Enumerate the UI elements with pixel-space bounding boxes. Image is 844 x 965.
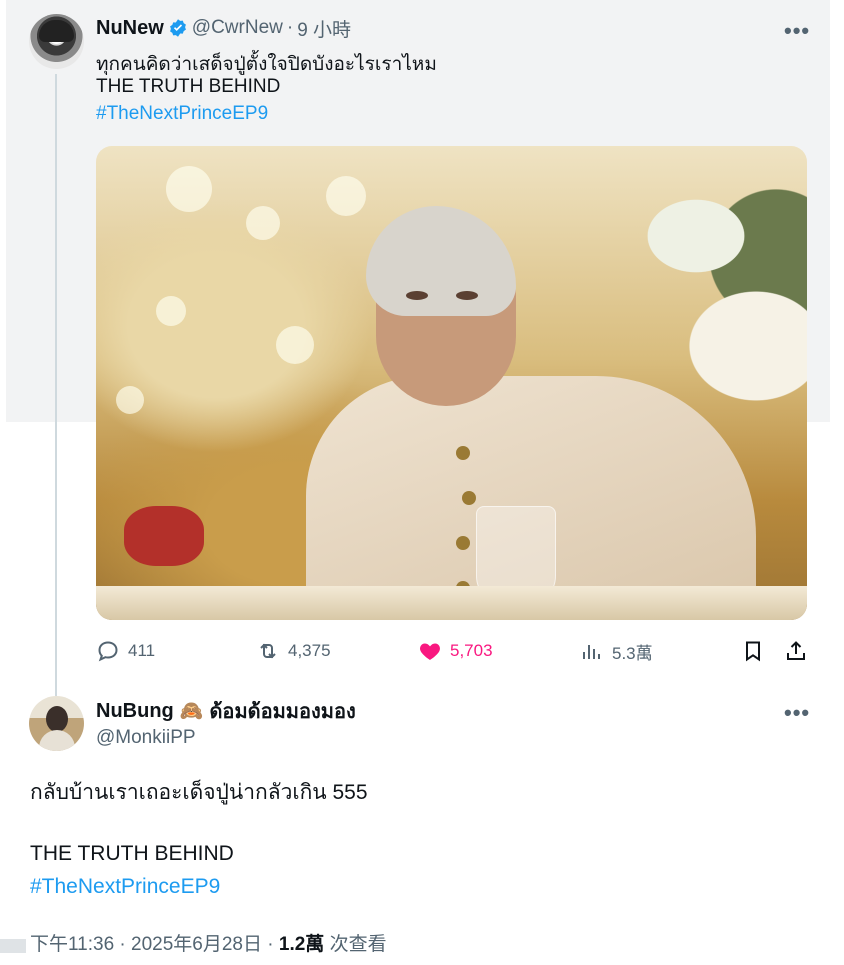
- hashtag-link[interactable]: #TheNextPrinceEP9: [30, 875, 220, 899]
- author-name[interactable]: NuNew: [96, 17, 164, 40]
- tweet-photo[interactable]: [96, 146, 807, 620]
- author-handle[interactable]: @MonkiiPP: [96, 727, 196, 749]
- author-name-suffix[interactable]: ด้อมด้อมมองมอง: [209, 695, 355, 727]
- views-button[interactable]: 5.3萬: [580, 636, 653, 666]
- timestamp[interactable]: 9 小時: [297, 15, 351, 42]
- hair: [366, 206, 516, 316]
- bookmark-icon: [746, 641, 760, 662]
- like-button[interactable]: 5,703: [418, 636, 493, 666]
- views-label: 次查看: [324, 934, 387, 955]
- bokeh-light: [166, 166, 212, 212]
- eye: [406, 291, 428, 300]
- more-icon[interactable]: •••: [784, 18, 810, 44]
- tweet-text-line: THE TRUTH BEHIND: [96, 76, 281, 97]
- coat-button: [456, 536, 470, 550]
- more-icon[interactable]: •••: [784, 700, 810, 726]
- tweet-meta: 下午11:36 · 2025年6月28日 · 1.2萬 次查看: [30, 929, 387, 956]
- post-timestamp[interactable]: 下午11:36 · 2025年6月28日 ·: [30, 934, 279, 955]
- separator-dot: ·: [286, 17, 294, 38]
- flower-decoration: [124, 506, 204, 566]
- reply-icon: [98, 641, 118, 662]
- page-edge: [830, 0, 844, 965]
- views-icon: [583, 645, 600, 659]
- views-count: 5.3萬: [612, 643, 653, 663]
- hashtag-link[interactable]: #TheNextPrinceEP9: [96, 103, 268, 125]
- avatar[interactable]: [29, 696, 84, 751]
- bokeh-light: [156, 296, 186, 326]
- parent-tweet[interactable]: NuNew @CwrNew · 9 小時 ••• ทุกคนคิดว่าเสด็…: [0, 0, 830, 696]
- author-handle[interactable]: @CwrNew: [192, 17, 283, 39]
- retweet-button[interactable]: 4,375: [256, 636, 331, 666]
- views-count: 1.2萬: [278, 934, 325, 955]
- tweet-header: NuNew @CwrNew · 9 小時: [96, 15, 351, 41]
- corner-fragment: [0, 939, 26, 953]
- reply-count: 411: [128, 641, 156, 660]
- reply-header: NuBung 🙈 ด้อมด้อมมองมอง: [96, 697, 356, 725]
- see-no-evil-monkey-icon: 🙈: [179, 701, 204, 722]
- bookmark-button[interactable]: [741, 636, 765, 666]
- reply-button[interactable]: 411: [96, 636, 155, 666]
- share-icon: [787, 641, 805, 660]
- retweet-count: 4,375: [288, 641, 331, 660]
- thread-connector: [55, 74, 57, 696]
- heart-icon: [420, 643, 440, 660]
- tweet-text-line: ทุกคนคิดว่าเสด็จปู่ตั้งใจปิดบังอะไรเราไห…: [96, 54, 437, 75]
- share-button[interactable]: [784, 636, 808, 666]
- author-name[interactable]: NuBung: [96, 700, 174, 723]
- coat-button: [462, 491, 476, 505]
- coat-button: [456, 446, 470, 460]
- retweet-icon: [260, 643, 276, 659]
- reply-text-line: กลับบ้านเราเถอะเด็จปู่น่ากลัวเกิน 555: [30, 781, 368, 804]
- like-count: 5,703: [450, 641, 493, 660]
- avatar[interactable]: [29, 14, 84, 69]
- verified-badge-icon: [169, 19, 186, 37]
- tweet-actions: 411 4,375 5,703 5.3萬: [96, 636, 812, 666]
- eye: [456, 291, 478, 300]
- reply-text-line: THE TRUTH BEHIND: [30, 842, 234, 865]
- bokeh-light: [246, 206, 280, 240]
- bokeh-light: [116, 386, 144, 414]
- table-edge: [96, 586, 807, 620]
